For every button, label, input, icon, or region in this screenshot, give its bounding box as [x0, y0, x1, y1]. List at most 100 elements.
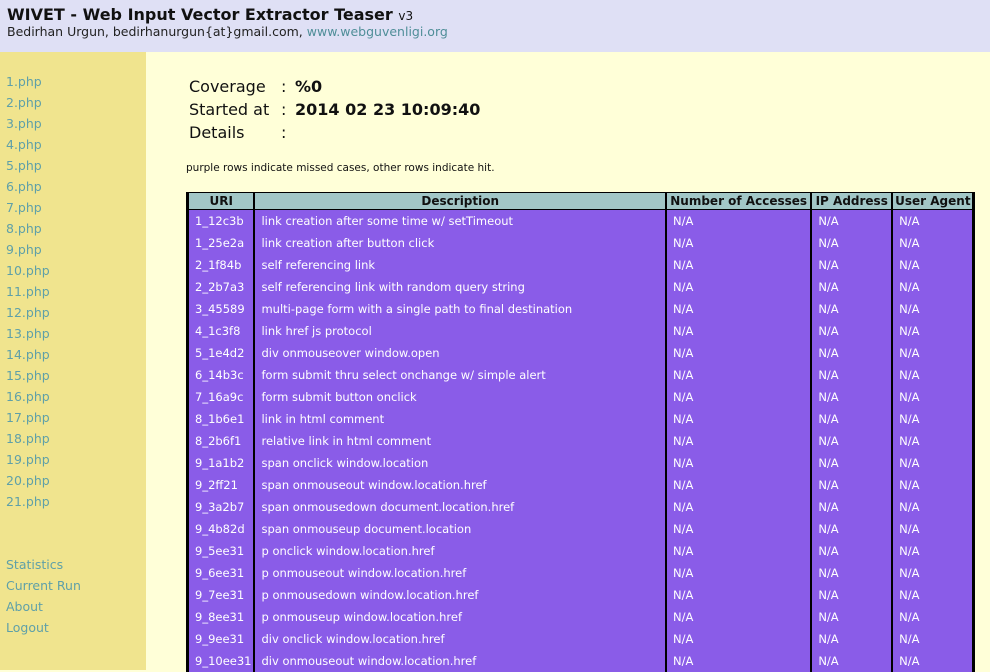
cell-uri: 9_3a2b7	[189, 496, 254, 518]
cell-ip: N/A	[812, 496, 892, 518]
cell-accesses: N/A	[666, 298, 811, 320]
cell-ip: N/A	[812, 518, 892, 540]
table-row: 4_1c3f8 link href js protocol N/A N/A N/A	[189, 320, 972, 342]
cell-accesses: N/A	[666, 232, 811, 254]
cell-description: p onmousedown window.location.href	[255, 584, 665, 606]
coverage-value: %0	[295, 77, 323, 96]
sidebar-page-link[interactable]: 7.php	[6, 201, 42, 215]
details-label: Details	[189, 123, 245, 142]
sidebar-page-link[interactable]: 13.php	[6, 327, 50, 341]
cell-description: self referencing link with random query …	[255, 276, 665, 298]
cell-accesses: N/A	[666, 364, 811, 386]
sidebar-page-link[interactable]: 4.php	[6, 138, 42, 152]
logout-link[interactable]: Logout	[6, 621, 49, 635]
cell-ip: N/A	[812, 584, 892, 606]
sidebar-page-link[interactable]: 2.php	[6, 96, 42, 110]
cell-ip: N/A	[812, 474, 892, 496]
sidebar-page-link[interactable]: 9.php	[6, 243, 42, 257]
sidebar-page-link[interactable]: 10.php	[6, 264, 50, 278]
sidebar-page-link[interactable]: 14.php	[6, 348, 50, 362]
cell-accesses: N/A	[666, 320, 811, 342]
cell-description: span onmouseout window.location.href	[255, 474, 665, 496]
cell-user-agent: N/A	[893, 584, 972, 606]
col-header-uri: URI	[189, 193, 254, 210]
sidebar-page-link[interactable]: 11.php	[6, 285, 50, 299]
sidebar-page-link[interactable]: 6.php	[6, 180, 42, 194]
col-header-description: Description	[255, 193, 665, 210]
site-link[interactable]: www.webguvenligi.org	[307, 24, 448, 39]
table-row: 6_14b3c form submit thru select onchange …	[189, 364, 972, 386]
sidebar-page-link[interactable]: 17.php	[6, 411, 50, 425]
cell-uri: 9_6ee31	[189, 562, 254, 584]
table-row: 1_25e2a link creation after button click N…	[189, 232, 972, 254]
table-row: 5_1e4d2 div onmouseover window.open N/A N/A…	[189, 342, 972, 364]
sidebar-page-link[interactable]: 19.php	[6, 453, 50, 467]
cell-user-agent: N/A	[893, 518, 972, 540]
cell-user-agent: N/A	[893, 606, 972, 628]
cell-description: relative link in html comment	[255, 430, 665, 452]
table-row: 2_1f84b self referencing link N/A N/A N/A	[189, 254, 972, 276]
cell-ip: N/A	[812, 298, 892, 320]
cell-accesses: N/A	[666, 254, 811, 276]
cell-ip: N/A	[812, 364, 892, 386]
cell-uri: 9_9ee31	[189, 628, 254, 650]
page-header: WIVET - Web Input Vector Extractor Tease…	[0, 0, 990, 52]
details-separator: :	[281, 123, 287, 142]
table-row: 7_16a9c form submit button onclick N/A N/A N…	[189, 386, 972, 408]
sidebar-page-link[interactable]: 1.php	[6, 75, 42, 89]
sidebar-page-link[interactable]: 18.php	[6, 432, 50, 446]
cell-uri: 5_1e4d2	[189, 342, 254, 364]
cell-description: form submit button onclick	[255, 386, 665, 408]
table-row: 9_9ee31 div onclick window.location.href N…	[189, 628, 972, 650]
cell-uri: 7_16a9c	[189, 386, 254, 408]
cell-accesses: N/A	[666, 606, 811, 628]
cell-user-agent: N/A	[893, 562, 972, 584]
cell-accesses: N/A	[666, 540, 811, 562]
sidebar-page-link[interactable]: 8.php	[6, 222, 42, 236]
sidebar-page-link[interactable]: 21.php	[6, 495, 50, 509]
table-row: 8_1b6e1 link in html comment N/A N/A N/A	[189, 408, 972, 430]
author-text: Bedirhan Urgun, bedirhanurgun{at}gmail.c…	[7, 24, 303, 39]
cell-user-agent: N/A	[893, 650, 972, 672]
cell-description: span onmousedown document.location.href	[255, 496, 665, 518]
cell-ip: N/A	[812, 342, 892, 364]
app-title: WIVET - Web Input Vector Extractor Tease…	[7, 5, 393, 24]
sidebar-page-link[interactable]: 15.php	[6, 369, 50, 383]
started-label: Started at	[189, 100, 270, 119]
cell-description: div onclick window.location.href	[255, 628, 665, 650]
table-row: 9_10ee31 div onmouseout window.location.h…	[189, 650, 972, 672]
cell-description: div onmouseout window.location.href	[255, 650, 665, 672]
cell-accesses: N/A	[666, 562, 811, 584]
cell-accesses: N/A	[666, 342, 811, 364]
sidebar-page-link[interactable]: 12.php	[6, 306, 50, 320]
sidebar-page-link[interactable]: 20.php	[6, 474, 50, 488]
cell-uri: 9_4b82d	[189, 518, 254, 540]
cell-description: link in html comment	[255, 408, 665, 430]
cell-accesses: N/A	[666, 408, 811, 430]
sidebar-page-link[interactable]: 16.php	[6, 390, 50, 404]
cell-accesses: N/A	[666, 650, 811, 672]
cell-accesses: N/A	[666, 474, 811, 496]
current-run-link[interactable]: Current Run	[6, 579, 81, 593]
table-row: 9_6ee31 p onmouseout window.location.href…	[189, 562, 972, 584]
sidebar-page-link[interactable]: 3.php	[6, 117, 42, 131]
cell-ip: N/A	[812, 430, 892, 452]
cell-user-agent: N/A	[893, 474, 972, 496]
cell-ip: N/A	[812, 232, 892, 254]
main-content: Coverage: %0 Started at:2014 02 23 10:09:…	[146, 52, 990, 672]
table-row: 9_4b82d span onmouseup document.location N…	[189, 518, 972, 540]
coverage-row: Coverage: %0	[189, 77, 322, 97]
coverage-label: Coverage	[189, 77, 266, 96]
cell-user-agent: N/A	[893, 430, 972, 452]
cell-accesses: N/A	[666, 276, 811, 298]
cell-user-agent: N/A	[893, 276, 972, 298]
cell-description: self referencing link	[255, 254, 665, 276]
coverage-separator: :	[281, 77, 287, 96]
cell-ip: N/A	[812, 540, 892, 562]
cell-description: div onmouseover window.open	[255, 342, 665, 364]
cell-description: span onmouseup document.location	[255, 518, 665, 540]
table-row: 2_2b7a3 self referencing link with random…	[189, 276, 972, 298]
sidebar-page-link[interactable]: 5.php	[6, 159, 42, 173]
statistics-link[interactable]: Statistics	[6, 558, 63, 572]
about-link[interactable]: About	[6, 600, 43, 614]
